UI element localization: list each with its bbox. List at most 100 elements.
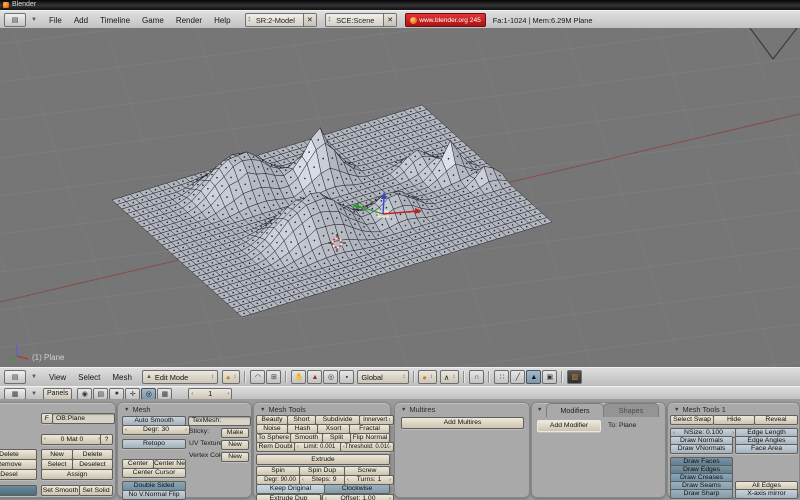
set-solid-button[interactable]: Set Solid	[79, 485, 113, 496]
occlude-geometry-icon[interactable]: ▣	[542, 370, 557, 384]
degr-spinner[interactable]: ‹ Degr: 30 ›	[122, 425, 190, 435]
rem-doubles-button[interactable]: Rem Doubl	[256, 442, 295, 452]
limit-spinner[interactable]: ‹ Limit: 0.001 ›	[294, 442, 345, 452]
menu-select[interactable]: Select	[78, 373, 100, 382]
mode-dropdown[interactable]: ▲ Edit Mode ↕	[142, 370, 218, 384]
editing-context-icon[interactable]: ◎	[141, 388, 156, 400]
draw-mode-dropdown[interactable]: ●↕	[222, 370, 240, 384]
center-cursor-button[interactable]: Center Cursor	[122, 468, 186, 478]
menu-timeline[interactable]: Timeline	[100, 16, 130, 25]
screen-close-icon[interactable]: ✕	[303, 14, 316, 26]
collapse-triangle-icon[interactable]: ▼	[674, 407, 679, 413]
falloff-dropdown[interactable]: ∧↕	[440, 370, 459, 384]
viewport-menu-collapse-icon[interactable]: ▼	[31, 374, 37, 380]
hide-button[interactable]: Hide	[713, 415, 755, 425]
face-area-toggle[interactable]: Face Area	[735, 444, 798, 454]
extrude-button[interactable]: Extrude	[256, 454, 390, 465]
threshold-spinner[interactable]: ‹ Threshold: 0.010 ›	[340, 442, 394, 452]
set-smooth-button[interactable]: Set Smooth	[41, 485, 80, 496]
add-modifier-button[interactable]: Add Modifier	[537, 420, 601, 432]
pivot-icon[interactable]: ⊞	[266, 370, 281, 384]
vgroup-weight-field[interactable]	[0, 485, 37, 496]
spinner-right-icon[interactable]: ›	[228, 391, 230, 397]
spinner-right-icon[interactable]: ›	[389, 495, 391, 500]
tab-shapes[interactable]: Shapes	[603, 403, 659, 417]
menu-add[interactable]: Add	[74, 16, 88, 25]
rotation-icon[interactable]: ◠	[250, 370, 265, 384]
collapse-triangle-icon[interactable]: ▼	[124, 407, 129, 413]
spinner-right-icon[interactable]: ›	[389, 443, 391, 451]
rotate-manipulator-icon[interactable]: ◎	[323, 370, 338, 384]
tab-modifiers[interactable]: Modifiers	[546, 403, 604, 417]
manipulator-hand-icon[interactable]: ✋	[291, 370, 306, 384]
collapse-triangle-icon[interactable]: ▼	[537, 407, 542, 413]
snap-icon[interactable]: ∩	[469, 370, 484, 384]
vertex-select-icon[interactable]: ∷	[494, 370, 509, 384]
texmesh-field[interactable]: TexMesh:	[188, 416, 251, 426]
menu-view[interactable]: View	[49, 373, 66, 382]
material-help-button[interactable]: ?	[100, 434, 113, 445]
sticky-make-button[interactable]: Make	[221, 428, 249, 438]
face-select-icon[interactable]: ▲	[526, 370, 541, 384]
scale-manipulator-icon[interactable]: ▪	[339, 370, 354, 384]
object-context-icon[interactable]: ✛	[125, 388, 140, 400]
buttons-page-spinner[interactable]: ‹ 1 ›	[188, 388, 232, 400]
menu-render[interactable]: Render	[176, 16, 202, 25]
viewport-type-button[interactable]: ▤	[4, 370, 26, 384]
menu-file[interactable]: File	[49, 16, 62, 25]
window-type-button[interactable]: ▤	[4, 13, 26, 27]
retopo-toggle[interactable]: Retopo	[122, 439, 186, 449]
extrude-dup-button[interactable]: Extrude Dup	[256, 494, 321, 500]
collapse-triangle-icon[interactable]: ▼	[260, 407, 265, 413]
x-axis-mirror-toggle[interactable]: X-axis mirror	[735, 489, 798, 499]
scene-selector[interactable]: ‡ SCE:Scene ✕	[325, 13, 397, 27]
shading-context-icon[interactable]: ●	[109, 388, 124, 400]
translate-manipulator-icon[interactable]: ▲	[307, 370, 322, 384]
clockwise-toggle[interactable]: Clockwise	[324, 484, 390, 494]
offset-spinner[interactable]: ‹ Offset: 1.00 ›	[322, 494, 394, 500]
separator	[561, 371, 562, 383]
uv-texture-new-button[interactable]: New	[221, 440, 249, 450]
scene-close-icon[interactable]: ✕	[383, 14, 396, 26]
menu-game[interactable]: Game	[142, 16, 164, 25]
keep-original-toggle[interactable]: Keep Original	[256, 484, 325, 494]
buttons-menu-collapse-icon[interactable]: ▼	[31, 391, 37, 397]
script-context-icon[interactable]: ▤	[93, 388, 108, 400]
draw-vnormals-toggle[interactable]: Draw VNormals	[670, 444, 733, 454]
panel-mesh-tools-header[interactable]: ▼ Mesh Tools	[260, 405, 306, 414]
menu-mesh[interactable]: Mesh	[112, 373, 132, 382]
draw-sharp-toggle[interactable]: Draw Sharp	[670, 489, 733, 499]
spinner-right-icon[interactable]: ›	[185, 426, 187, 434]
material-index-spinner[interactable]: ‹ 0 Mat 0 ›	[41, 434, 103, 445]
3d-viewport[interactable]: (1) Plane	[0, 28, 800, 367]
spinner-left-icon[interactable]: ‹	[191, 391, 193, 397]
add-multires-button[interactable]: Add Multires	[401, 417, 524, 429]
scene-context-icon[interactable]: ▦	[157, 388, 172, 400]
vertex-color-new-button[interactable]: New	[221, 452, 249, 462]
panel-mesh-header[interactable]: ▼ Mesh	[124, 405, 151, 414]
dropdown-arrows-icon: ↕	[430, 374, 433, 380]
buttons-window-type-button[interactable]: ▦	[4, 388, 26, 400]
reveal-button[interactable]: Reveal	[754, 415, 798, 425]
spinner-right-icon[interactable]: ›	[389, 476, 391, 484]
panel-mesh-tools1-header[interactable]: ▼ Mesh Tools 1	[674, 405, 726, 414]
panels-button[interactable]: Panels	[43, 388, 72, 400]
logic-context-icon[interactable]: ◉	[77, 388, 92, 400]
proportional-edit-dropdown[interactable]: ●↕	[418, 370, 436, 384]
dropdown-arrows-icon: ↕	[452, 374, 455, 380]
panel-multires-header[interactable]: ▼ Multires	[401, 405, 435, 414]
viewport-canvas: (1) Plane	[0, 28, 800, 367]
edge-select-icon[interactable]: ╱	[510, 370, 525, 384]
collapse-triangle-icon[interactable]: ▼	[401, 407, 406, 413]
render-preview-icon[interactable]: ▨	[567, 370, 582, 384]
object-name-field[interactable]: OB:Plane	[52, 413, 115, 424]
material-assign-button[interactable]: Assign	[41, 469, 113, 480]
header-collapse-icon[interactable]: ▼	[31, 17, 37, 23]
screen-selector[interactable]: ‡ SR:2-Model ✕	[245, 13, 317, 27]
material-index-value: 0 Mat 0	[46, 435, 98, 444]
menu-help[interactable]: Help	[214, 16, 230, 25]
no-vnormal-flip-toggle[interactable]: No V.Normal Flip	[122, 490, 186, 500]
orientation-dropdown[interactable]: Global ↕	[357, 370, 409, 384]
select-swap-button[interactable]: Select Swap	[670, 415, 714, 425]
vgroup-desel-button[interactable]: Desel	[0, 469, 37, 480]
